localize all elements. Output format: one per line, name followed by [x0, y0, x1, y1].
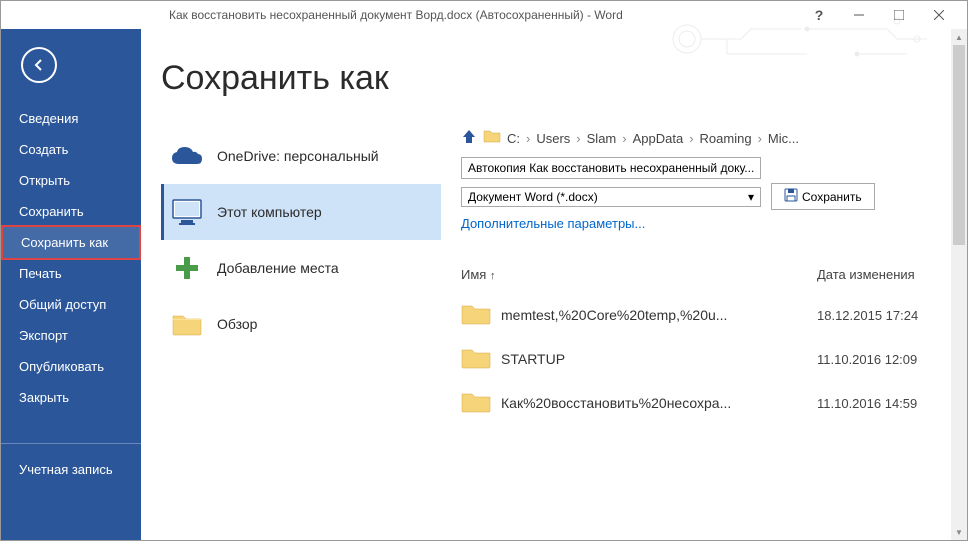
sidebar-item-print[interactable]: Печать [1, 258, 141, 289]
save-button[interactable]: Сохранить [771, 183, 875, 210]
place-thispc[interactable]: Этот компьютер [161, 184, 441, 240]
file-list-header: Имя ↑ Дата изменения [461, 263, 947, 293]
file-name: Как%20восстановить%20несохра... [501, 395, 807, 411]
filetype-value: Документ Word (*.docx) [468, 190, 598, 204]
close-button[interactable] [919, 1, 959, 29]
folder-icon [461, 347, 491, 371]
column-header-date[interactable]: Дата изменения [817, 267, 947, 282]
up-arrow-icon[interactable] [461, 128, 477, 149]
chevron-down-icon: ▾ [748, 190, 754, 204]
sidebar-item-info[interactable]: Сведения [1, 103, 141, 134]
computer-icon [171, 196, 203, 228]
folder-icon [461, 303, 491, 327]
folder-icon [171, 308, 203, 340]
more-options-link[interactable]: Дополнительные параметры... [461, 216, 645, 231]
file-date: 11.10.2016 12:09 [817, 352, 947, 367]
add-place-icon [171, 252, 203, 284]
file-row[interactable]: STARTUP 11.10.2016 12:09 [461, 337, 947, 381]
save-icon [784, 188, 798, 205]
file-name: memtest,%20Core%20temp,%20u... [501, 307, 807, 323]
breadcrumb-part[interactable]: AppData [633, 131, 684, 146]
onedrive-icon [171, 140, 203, 172]
sidebar-item-share[interactable]: Общий доступ [1, 289, 141, 320]
scroll-thumb[interactable] [953, 45, 965, 245]
breadcrumb-part[interactable]: C: [507, 131, 520, 146]
app-title: Как восстановить несохраненный документ … [9, 8, 799, 22]
sidebar-item-close[interactable]: Закрыть [1, 382, 141, 413]
page-title: Сохранить как [161, 59, 947, 98]
folder-icon [461, 391, 491, 415]
place-label: Этот компьютер [217, 204, 431, 220]
maximize-button[interactable] [879, 1, 919, 29]
sidebar-item-account[interactable]: Учетная запись [1, 454, 141, 485]
backstage-sidebar: Сведения Создать Открыть Сохранить Сохра… [1, 29, 141, 540]
filename-input[interactable] [461, 157, 761, 179]
folder-small-icon [483, 129, 501, 148]
file-date: 11.10.2016 14:59 [817, 396, 947, 411]
save-button-label: Сохранить [802, 190, 862, 204]
sidebar-item-publish[interactable]: Опубликовать [1, 351, 141, 382]
place-onedrive[interactable]: OneDrive: персональный [161, 128, 441, 184]
sidebar-item-new[interactable]: Создать [1, 134, 141, 165]
file-row[interactable]: Как%20восстановить%20несохра... 11.10.20… [461, 381, 947, 425]
place-label: OneDrive: персональный [217, 148, 431, 164]
breadcrumb-part[interactable]: Slam [587, 131, 617, 146]
content-area: Сохранить как OneDrive: персональный Это… [141, 29, 967, 540]
place-addplace[interactable]: Добавление места [161, 240, 441, 296]
help-button[interactable]: ? [799, 1, 839, 29]
sidebar-item-save[interactable]: Сохранить [1, 196, 141, 227]
sidebar-item-open[interactable]: Открыть [1, 165, 141, 196]
place-label: Обзор [217, 316, 431, 332]
places-column: OneDrive: персональный Этот компьютер До… [161, 128, 441, 425]
sidebar-item-export[interactable]: Экспорт [1, 320, 141, 351]
place-label: Добавление места [217, 260, 431, 276]
back-button[interactable] [21, 47, 57, 83]
filetype-select[interactable]: Документ Word (*.docx) ▾ [461, 187, 761, 207]
place-browse[interactable]: Обзор [161, 296, 441, 352]
detail-column: C:› Users› Slam› AppData› Roaming› Mic..… [461, 128, 947, 425]
breadcrumb: C:› Users› Slam› AppData› Roaming› Mic..… [461, 128, 947, 149]
scrollbar[interactable]: ▲ ▼ [951, 29, 967, 540]
breadcrumb-part[interactable]: Roaming [700, 131, 752, 146]
window-controls: ? [799, 1, 959, 29]
titlebar: Как восстановить несохраненный документ … [1, 1, 967, 29]
breadcrumb-part[interactable]: Users [536, 131, 570, 146]
sidebar-item-saveas[interactable]: Сохранить как [1, 225, 141, 260]
file-list: Имя ↑ Дата изменения memtest,%20Core%20t… [461, 263, 947, 425]
minimize-button[interactable] [839, 1, 879, 29]
file-row[interactable]: memtest,%20Core%20temp,%20u... 18.12.201… [461, 293, 947, 337]
scroll-down-button[interactable]: ▼ [951, 524, 967, 540]
file-date: 18.12.2015 17:24 [817, 308, 947, 323]
file-name: STARTUP [501, 351, 807, 367]
scroll-up-button[interactable]: ▲ [951, 29, 967, 45]
breadcrumb-part[interactable]: Mic... [768, 131, 799, 146]
sort-arrow-icon: ↑ [490, 270, 496, 282]
column-header-name[interactable]: Имя ↑ [461, 267, 817, 282]
